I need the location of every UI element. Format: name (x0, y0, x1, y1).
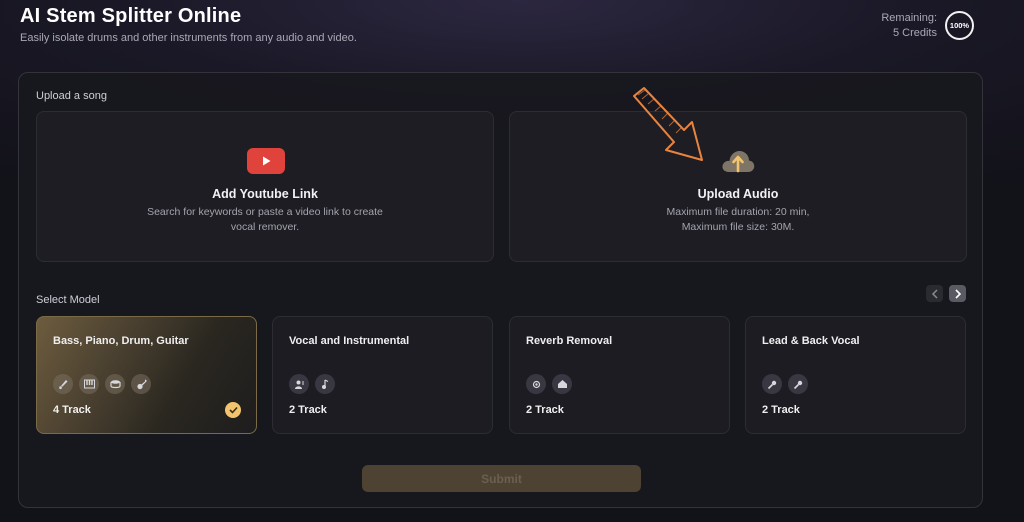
model-card-lead-back-vocal[interactable]: Lead & Back Vocal 2 Track (745, 316, 966, 434)
vocal-icon (289, 374, 309, 394)
max-duration-text: Maximum file duration: 20 min, (666, 206, 810, 218)
piano-icon (79, 374, 99, 394)
add-youtube-link-card[interactable]: Add Youtube Link Search for keywords or … (36, 111, 494, 262)
model-card-reverb-removal[interactable]: Reverb Removal 2 Track (509, 316, 730, 434)
reverb-icon (526, 374, 546, 394)
prev-button[interactable] (926, 285, 943, 302)
guitar-icon (131, 374, 151, 394)
lead-mic-icon (762, 374, 782, 394)
track-count: 4 Track (53, 404, 91, 416)
submit-button[interactable]: Submit (362, 465, 641, 492)
pointer-arrow-icon (628, 86, 710, 171)
upload-audio-desc: Maximum file duration: 20 min, Maximum f… (510, 205, 966, 235)
back-mic-icon (788, 374, 808, 394)
next-button[interactable] (949, 285, 966, 302)
track-count: 2 Track (526, 404, 564, 416)
credits-info: Remaining: 5 Credits (881, 11, 937, 41)
youtube-card-desc: Search for keywords or paste a video lin… (147, 206, 383, 233)
chevron-right-icon (954, 288, 961, 299)
upload-audio-title: Upload Audio (697, 187, 779, 201)
model-card-bass-piano-drum-guitar[interactable]: Bass, Piano, Drum, Guitar 4 Track (36, 316, 257, 434)
model-name: Vocal and Instrumental (289, 335, 410, 347)
credit-percent: 100% (949, 21, 970, 30)
remaining-label: Remaining: (881, 12, 937, 24)
selected-check-icon (225, 402, 241, 418)
instrument-icon (315, 374, 335, 394)
model-card-vocal-instrumental[interactable]: Vocal and Instrumental 2 Track (272, 316, 493, 434)
dry-icon (552, 374, 572, 394)
page-subtitle: Easily isolate drums and other instrumen… (20, 32, 357, 44)
chevron-left-icon (931, 288, 938, 299)
drum-icon (105, 374, 125, 394)
page-title: AI Stem Splitter Online (20, 5, 242, 27)
credit-percent-badge: 100% (945, 11, 974, 40)
credits-count: 5 Credits (892, 27, 937, 39)
model-section-label: Select Model (36, 294, 100, 306)
youtube-card-title: Add Youtube Link (212, 187, 318, 201)
track-count: 2 Track (762, 404, 800, 416)
youtube-icon (247, 148, 285, 174)
model-name: Bass, Piano, Drum, Guitar (53, 335, 189, 347)
upload-section-label: Upload a song (36, 90, 107, 102)
cloud-upload-icon (720, 146, 756, 181)
model-name: Lead & Back Vocal (762, 335, 860, 347)
bass-icon (53, 374, 73, 394)
upload-audio-card[interactable]: Upload Audio Maximum file duration: 20 m… (509, 111, 967, 262)
max-size-text: Maximum file size: 30M. (681, 221, 795, 233)
track-count: 2 Track (289, 404, 327, 416)
model-name: Reverb Removal (526, 335, 613, 347)
